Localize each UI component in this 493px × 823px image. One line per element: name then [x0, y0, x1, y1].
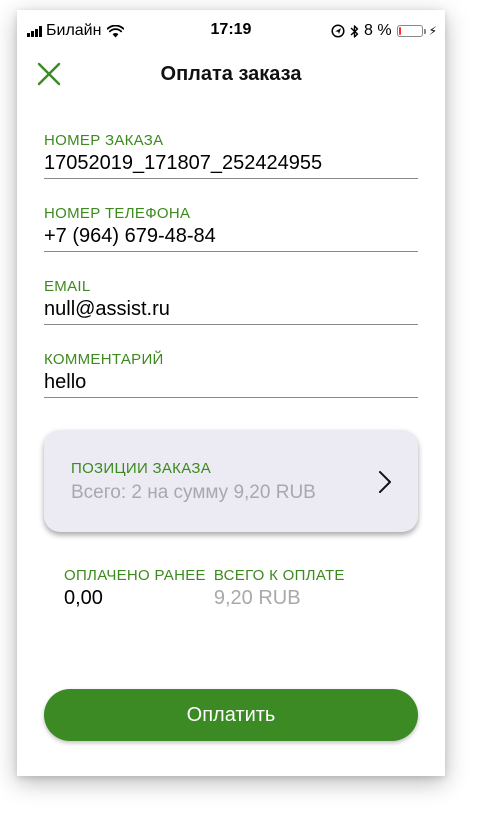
phone-label: НОМЕР ТЕЛЕФОНА	[44, 205, 191, 222]
pay-button[interactable]: Оплатить	[44, 689, 418, 741]
order-number-field[interactable]: НОМЕР ЗАКАЗА 17052019_171807_252424955	[44, 132, 418, 179]
email-label: EMAIL	[44, 278, 91, 295]
bluetooth-icon	[350, 24, 359, 38]
email-field[interactable]: EMAIL null@assist.ru	[44, 278, 418, 325]
order-items-card[interactable]: ПОЗИЦИИ ЗАКАЗА Всего: 2 на сумму 9,20 RU…	[44, 430, 418, 532]
comment-label: КОММЕНТАРИЙ	[44, 351, 164, 368]
location-icon	[331, 24, 345, 38]
phone-screen: Билайн 17:19 8 % ⚡ Оплата заказа НОМЕР З…	[17, 10, 445, 776]
order-items-summary: Всего: 2 на сумму 9,20 RUB	[71, 482, 316, 503]
paid-earlier-label: ОПЛАЧЕНО РАНЕЕ	[64, 567, 206, 584]
battery-percent: 8 %	[363, 22, 392, 39]
page-title: Оплата заказа	[160, 63, 302, 85]
phone-value: +7 (964) 679-48-84	[44, 225, 216, 247]
total-due-label: ВСЕГО К ОПЛАТЕ	[213, 567, 345, 584]
status-bar: Билайн 17:19 8 % ⚡	[17, 10, 445, 50]
email-value: null@assist.ru	[44, 298, 170, 320]
comment-value: hello	[44, 371, 87, 393]
nav-header: Оплата заказа	[17, 50, 445, 98]
status-bar-right: 8 % ⚡	[331, 22, 437, 40]
battery-icon	[396, 25, 426, 37]
order-items-label: ПОЗИЦИИ ЗАКАЗА	[71, 460, 212, 477]
total-due: ВСЕГО К ОПЛАТЕ 9,20 RUB	[214, 567, 345, 611]
charging-icon: ⚡	[428, 24, 437, 38]
page: Билайн 17:19 8 % ⚡ Оплата заказа НОМЕР З…	[0, 0, 493, 823]
chevron-right-icon	[379, 471, 391, 493]
order-number-label: НОМЕР ЗАКАЗА	[44, 132, 164, 149]
order-number-value: 17052019_171807_252424955	[44, 152, 323, 174]
total-due-value: 9,20 RUB	[213, 587, 301, 609]
paid-earlier-value: 0,00	[64, 587, 103, 609]
totals: ОПЛАЧЕНО РАНЕЕ 0,00 ВСЕГО К ОПЛАТЕ 9,20 …	[64, 567, 353, 611]
phone-field[interactable]: НОМЕР ТЕЛЕФОНА +7 (964) 679-48-84	[44, 205, 418, 252]
paid-earlier: ОПЛАЧЕНО РАНЕЕ 0,00	[64, 567, 206, 611]
battery-level	[398, 27, 401, 35]
comment-field[interactable]: КОММЕНТАРИЙ hello	[44, 351, 418, 398]
